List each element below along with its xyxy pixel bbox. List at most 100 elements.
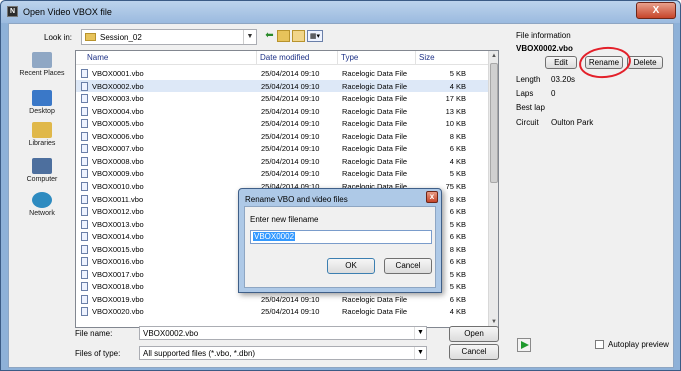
date-modified-cell: 25/04/2014 09:10 — [261, 307, 320, 317]
column-type[interactable]: Type — [341, 53, 358, 62]
column-date[interactable]: Date modified — [260, 53, 309, 62]
filename-value: VBOX0002.vbo — [143, 329, 199, 338]
filetype-select[interactable]: All supported files (*.vbo, *.dbn) ▼ — [139, 346, 427, 360]
file-info-filename: VBOX0002.vbo — [516, 44, 573, 53]
edit-button[interactable]: Edit — [545, 56, 577, 69]
table-row[interactable]: VBOX0007.vbo 25/04/2014 09:10 Racelogic Da… — [76, 142, 490, 155]
back-icon[interactable]: ⬅ — [263, 30, 276, 42]
file-type-cell: Racelogic Data File — [342, 94, 408, 104]
table-row[interactable]: VBOX0020.vbo 25/04/2014 09:10 Racelogic Da… — [76, 305, 490, 318]
table-row[interactable]: VBOX0001.vbo 25/04/2014 09:10 Racelogic Da… — [76, 67, 490, 80]
file-size-cell: 5 KB — [449, 169, 466, 179]
column-name[interactable]: Name — [87, 53, 108, 62]
place-desktop[interactable]: Desktop — [17, 90, 67, 115]
scroll-thumb[interactable] — [490, 63, 498, 183]
best-lap-label: Best lap — [516, 103, 545, 112]
place-computer[interactable]: Computer — [17, 158, 67, 183]
autoplay-checkbox[interactable] — [595, 340, 604, 349]
ok-button[interactable]: OK — [327, 258, 375, 274]
file-icon — [81, 232, 88, 242]
column-divider[interactable] — [256, 51, 257, 65]
chevron-down-icon[interactable]: ▼ — [414, 327, 426, 339]
file-name-cell: VBOX0006.vbo — [92, 131, 144, 141]
close-icon[interactable]: x — [426, 191, 438, 203]
column-divider[interactable] — [415, 51, 416, 65]
table-row[interactable]: VBOX0009.vbo 25/04/2014 09:10 Racelogic Da… — [76, 167, 490, 180]
file-icon — [81, 144, 88, 154]
rename-cancel-button[interactable]: Cancel — [384, 258, 432, 274]
chevron-down-icon[interactable]: ▼ — [414, 347, 426, 359]
file-type-cell: Racelogic Data File — [342, 294, 408, 304]
file-size-cell: 6 KB — [449, 144, 466, 154]
delete-button[interactable]: Delete — [627, 56, 663, 69]
place-label: Libraries — [28, 140, 56, 147]
column-divider[interactable] — [337, 51, 338, 65]
place-network[interactable]: Network — [17, 192, 67, 217]
place-recent[interactable]: Recent Places — [17, 52, 67, 77]
circuit-label: Circuit — [516, 118, 539, 127]
title-bar[interactable]: N Open Video VBOX file X — [1, 1, 680, 23]
table-row[interactable]: VBOX0019.vbo 25/04/2014 09:10 Racelogic Da… — [76, 293, 490, 306]
table-row[interactable]: VBOX0008.vbo 25/04/2014 09:10 Racelogic Da… — [76, 155, 490, 168]
date-modified-cell: 25/04/2014 09:10 — [261, 169, 320, 179]
open-button[interactable]: Open — [449, 326, 499, 342]
view-menu-icon[interactable]: ▦▾ — [307, 30, 323, 42]
table-row[interactable]: VBOX0004.vbo 25/04/2014 09:10 Racelogic Da… — [76, 105, 490, 118]
file-name-cell: VBOX0011.vbo — [92, 194, 144, 204]
column-size[interactable]: Size — [419, 53, 435, 62]
file-icon — [81, 81, 88, 91]
file-icon — [81, 307, 88, 317]
place-libraries[interactable]: Libraries — [17, 122, 67, 147]
file-name-cell: VBOX0019.vbo — [92, 294, 144, 304]
list-header: Name Date modified Type Size — [76, 51, 490, 65]
file-icon — [81, 119, 88, 129]
file-type-cell: Racelogic Data File — [342, 69, 408, 78]
play-icon — [521, 341, 529, 349]
file-type-cell: Racelogic Data File — [342, 119, 408, 129]
new-folder-icon[interactable] — [292, 30, 305, 42]
length-value: 03.20s — [551, 75, 576, 84]
file-size-cell: 4 KB — [449, 81, 466, 91]
file-size-cell: 8 KB — [449, 131, 466, 141]
file-name-cell: VBOX0015.vbo — [92, 244, 144, 254]
file-icon — [81, 169, 88, 179]
look-in-value: Session_02 — [100, 33, 142, 42]
rename-prompt: Enter new filename — [250, 215, 319, 224]
place-label: Recent Places — [19, 70, 65, 77]
table-row[interactable]: VBOX0006.vbo 25/04/2014 09:10 Racelogic Da… — [76, 130, 490, 143]
play-button[interactable] — [517, 338, 531, 352]
file-type-cell: Racelogic Data File — [342, 144, 408, 154]
laps-value: 0 — [551, 89, 556, 98]
file-icon — [81, 94, 88, 104]
table-row[interactable]: VBOX0002.vbo 25/04/2014 09:10 Racelogic Da… — [76, 79, 490, 93]
file-icon — [81, 257, 88, 267]
scroll-up-icon[interactable]: ▲ — [489, 51, 498, 61]
close-button[interactable]: X — [636, 2, 676, 19]
table-row[interactable]: VBOX0003.vbo 25/04/2014 09:10 Racelogic Da… — [76, 92, 490, 105]
filename-input[interactable]: VBOX0002.vbo ▼ — [139, 326, 427, 340]
file-info-title: File information — [516, 31, 571, 40]
file-icon — [81, 294, 88, 304]
file-name-cell: VBOX0001.vbo — [92, 69, 144, 78]
file-name-cell: VBOX0012.vbo — [92, 207, 144, 217]
file-name-cell: VBOX0013.vbo — [92, 219, 144, 229]
file-icon — [81, 207, 88, 217]
filetype-value: All supported files (*.vbo, *.dbn) — [143, 349, 256, 358]
look-in-dropdown[interactable]: Session_02 ▼ — [81, 29, 257, 45]
file-type-cell: Racelogic Data File — [342, 156, 408, 166]
up-folder-icon[interactable] — [277, 30, 290, 42]
table-row[interactable]: VBOX0005.vbo 25/04/2014 09:10 Racelogic Da… — [76, 117, 490, 130]
file-name-cell: VBOX0002.vbo — [92, 81, 144, 91]
file-size-cell: 10 KB — [445, 119, 466, 129]
file-icon — [81, 219, 88, 229]
cancel-button[interactable]: Cancel — [449, 344, 499, 360]
file-icon — [81, 106, 88, 116]
new-filename-input[interactable]: VBOX0002 — [250, 230, 432, 244]
file-icon — [81, 282, 88, 292]
file-size-cell: 13 KB — [445, 106, 466, 116]
file-size-cell: 5 KB — [449, 69, 466, 78]
file-icon — [81, 269, 88, 279]
file-icon — [81, 69, 88, 78]
vertical-scrollbar[interactable]: ▲ ▼ — [488, 51, 498, 327]
file-type-cell: Racelogic Data File — [342, 307, 408, 317]
